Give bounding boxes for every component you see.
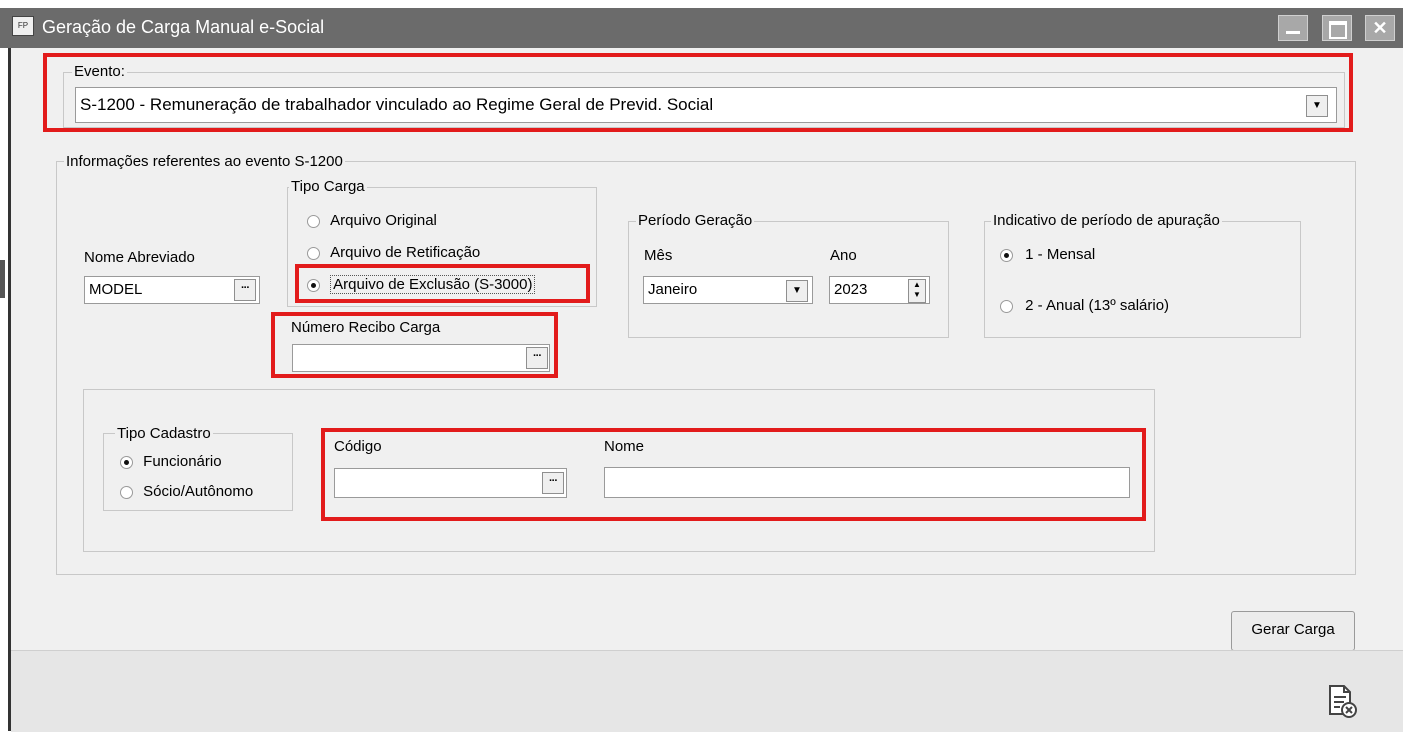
radio-icon [307, 214, 320, 228]
radio-label: Funcionário [143, 453, 222, 470]
app-icon: FP [12, 16, 34, 36]
mes-label: Mês [644, 247, 673, 264]
radio-socio-autonomo[interactable]: Sócio/Autônomo [120, 483, 253, 500]
document-cancel-icon[interactable] [1326, 684, 1358, 720]
mes-dropdown-arrow-icon[interactable]: ▼ [786, 280, 808, 302]
indicativo-group [984, 221, 1301, 338]
gerar-carga-button[interactable]: Gerar Carga [1231, 611, 1355, 651]
ano-label: Ano [830, 247, 857, 264]
window-edge [0, 260, 5, 298]
info-legend: Informações referentes ao evento S-1200 [64, 153, 345, 170]
radio-selected-icon [1000, 248, 1013, 262]
radio-icon [120, 485, 133, 499]
radio-anual[interactable]: 2 - Anual (13º salário) [1000, 297, 1169, 314]
close-button[interactable]: ✕ [1365, 15, 1395, 41]
periodo-legend: Período Geração [636, 212, 755, 229]
close-icon: ✕ [1372, 18, 1388, 38]
nome-abreviado-label: Nome Abreviado [84, 249, 195, 266]
radio-label: 1 - Mensal [1025, 246, 1096, 263]
tipo-cadastro-legend: Tipo Cadastro [115, 425, 213, 442]
ano-value: 2023 [834, 281, 868, 298]
radio-icon [307, 246, 320, 260]
maximize-icon [1329, 21, 1347, 39]
ano-spin-arrows-icon[interactable]: ▲ ▼ [908, 279, 926, 303]
window-title: Geração de Carga Manual e-Social [42, 17, 325, 37]
radio-label: Arquivo Original [330, 212, 437, 229]
mes-value: Janeiro [648, 281, 698, 298]
codigo-nome-highlight [321, 428, 1146, 521]
mes-select[interactable]: Janeiro ▼ [643, 276, 813, 304]
minimize-icon [1286, 31, 1300, 34]
maximize-button[interactable] [1322, 15, 1352, 41]
radio-label: Arquivo de Retificação [330, 244, 481, 261]
radio-mensal[interactable]: 1 - Mensal [1000, 246, 1095, 263]
nome-abreviado-ellipsis-button[interactable]: ··· [234, 279, 256, 301]
ellipsis-icon: ··· [241, 282, 250, 294]
radio-label: Sócio/Autônomo [143, 483, 254, 500]
minimize-button[interactable] [1278, 15, 1308, 41]
radio-arquivo-retificacao[interactable]: Arquivo de Retificação [307, 244, 480, 261]
indicativo-legend: Indicativo de período de apuração [991, 212, 1222, 229]
radio-icon [1000, 299, 1013, 313]
numero-recibo-highlight [271, 312, 558, 378]
tipo-carga-legend: Tipo Carga [289, 178, 367, 195]
nome-abreviado-value: MODEL [89, 281, 143, 298]
radio-arquivo-original[interactable]: Arquivo Original [307, 212, 437, 229]
evento-highlight [43, 53, 1353, 132]
ano-spinner[interactable]: 2023 ▲ ▼ [829, 276, 930, 304]
exclusao-highlight [295, 264, 590, 303]
radio-selected-icon [120, 455, 133, 469]
radio-label: 2 - Anual (13º salário) [1025, 297, 1170, 314]
radio-funcionario[interactable]: Funcionário [120, 453, 222, 470]
status-bar [11, 650, 1403, 732]
